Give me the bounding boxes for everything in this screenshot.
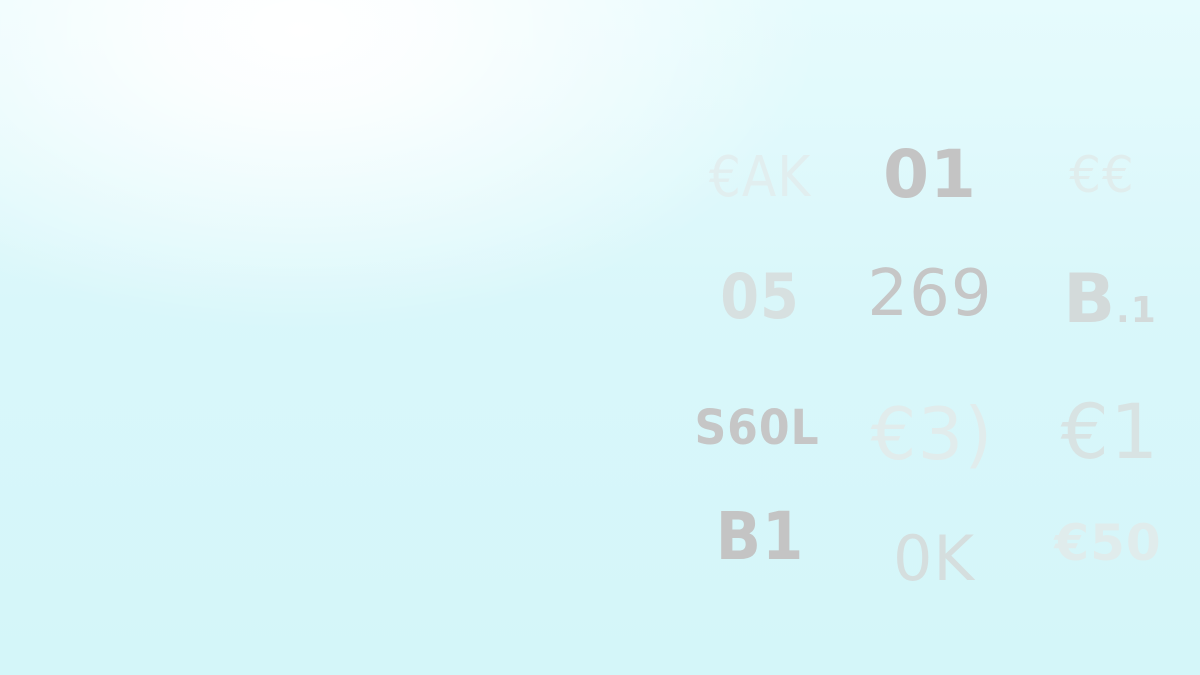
glyph-text: S60L — [694, 400, 820, 456]
glyph-text-small: .1 — [1116, 290, 1157, 331]
faded-symbol-grid: €AK 01 €€ 05 269 B.1 S60L €3) €1 B1 0K €… — [0, 0, 1200, 675]
glyph-text: B1 — [715, 498, 805, 575]
glyph-text: €50 — [1054, 514, 1162, 572]
glyph-text: 269 — [867, 257, 993, 331]
glyph-group: B.1 — [1063, 266, 1157, 334]
glyph-text: €AK — [708, 145, 812, 210]
glyph-text: B — [1063, 260, 1117, 339]
glyph-text: €3) — [870, 392, 994, 476]
glyph-text: 01 — [883, 136, 977, 213]
glyph-text: €1 — [1060, 387, 1160, 476]
glyph-text: 0K — [892, 522, 976, 595]
glyph-text: €€ — [1069, 146, 1135, 204]
glyph-text: 05 — [720, 260, 800, 333]
